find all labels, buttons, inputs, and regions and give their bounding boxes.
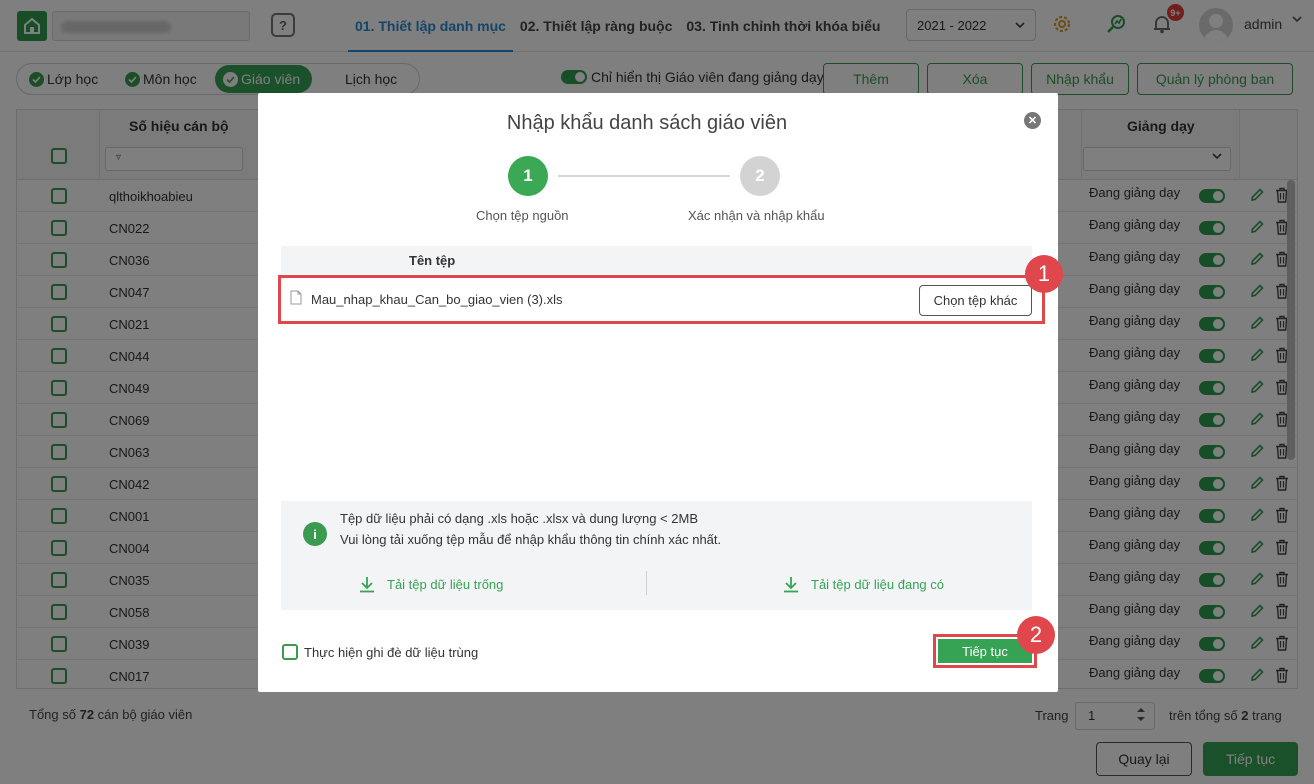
import-modal: Nhập khẩu danh sách giáo viên ✕ 1 2 Chọn… [258, 93, 1063, 692]
download-empty-link[interactable]: Tải tệp dữ liệu trống [359, 576, 503, 593]
modal-title: Nhập khẩu danh sách giáo viên [506, 112, 788, 134]
overwrite-checkbox[interactable] [282, 644, 298, 660]
download-existing-label: Tải tệp dữ liệu đang có [811, 577, 945, 592]
download-existing-link[interactable]: Tải tệp dữ liệu đang có [783, 576, 944, 593]
selected-file-row: Mau_nhap_khau_Can_bo_giao_vien (3).xls C… [278, 275, 1045, 324]
step-connector [558, 175, 730, 177]
file-table-header: Tên tệp [281, 246, 1032, 274]
overwrite-option[interactable]: Thực hiện ghi đè dữ liệu trùng [282, 644, 478, 660]
info-line-1: Tệp dữ liệu phải có dạng .xls hoặc .xlsx… [340, 511, 698, 526]
selected-file-name: Mau_nhap_khau_Can_bo_giao_vien (3).xls [311, 292, 563, 307]
download-empty-label: Tải tệp dữ liệu trống [387, 577, 504, 592]
step-2-label: Xác nhận và nhập khẩu [688, 208, 825, 223]
download-icon [360, 577, 374, 593]
info-icon: i [303, 522, 327, 546]
overwrite-label: Thực hiện ghi đè dữ liệu trùng [304, 644, 479, 660]
info-box: i Tệp dữ liệu phải có dạng .xls hoặc .xl… [281, 501, 1032, 610]
download-icon [784, 577, 798, 593]
step-1-label: Chọn tệp nguồn [476, 208, 569, 223]
close-icon[interactable]: ✕ [1024, 112, 1041, 129]
divider [646, 571, 647, 595]
choose-other-file-button[interactable]: Chọn tệp khác [919, 285, 1032, 316]
annotation-marker-2: 2 [1017, 616, 1055, 654]
step-2-circle: 2 [740, 156, 780, 196]
info-line-2: Vui lòng tải xuống tệp mẫu để nhập khẩu … [340, 532, 722, 547]
annotation-marker-1: 1 [1025, 255, 1063, 293]
file-icon [290, 290, 302, 305]
step-1-circle: 1 [508, 156, 548, 196]
file-name-header: Tên tệp [409, 253, 456, 268]
